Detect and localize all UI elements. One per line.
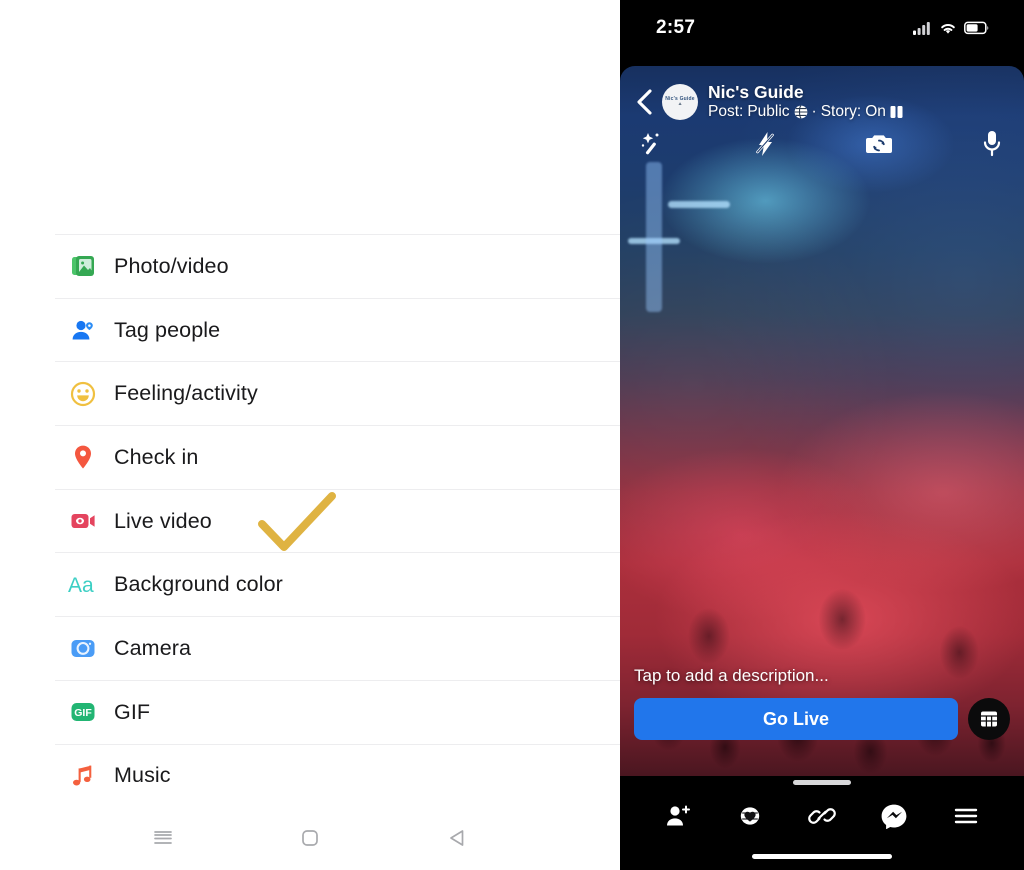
menu-item-check-in[interactable]: Check in (0, 425, 620, 489)
svg-text:GIF: GIF (74, 707, 92, 719)
post-prefix-label: Post: (708, 103, 744, 121)
go-live-button[interactable]: Go Live (634, 698, 958, 740)
profile-avatar[interactable]: Nic's Guide ⛰ (662, 83, 698, 120)
sheet-drag-handle[interactable] (793, 780, 851, 785)
gif-icon: GIF (68, 697, 98, 727)
magic-wand-sparkle-icon[interactable] (634, 126, 670, 162)
android-navigation-bar (0, 806, 620, 870)
live-composer-header: Nic's Guide ⛰ Nic's Guide Post: Public ·… (620, 66, 1024, 122)
heart-badge-icon[interactable] (733, 799, 767, 833)
iphone-live-panel: 2:57 Nic's Guide ⛰ Nic's Guide Post: Pub… (620, 0, 1024, 870)
live-bottom-controls: Tap to add a description... Go Live (620, 666, 1024, 740)
menu-item-label: Camera (114, 635, 192, 660)
go-live-row: Go Live (634, 698, 1010, 740)
music-note-icon (68, 761, 98, 791)
divider-left-mask (0, 234, 55, 808)
menu-item-camera[interactable]: Camera (0, 616, 620, 680)
status-bar-indicators (913, 21, 990, 35)
camera-flip-icon[interactable] (861, 126, 897, 162)
menu-item-live-video[interactable]: Live video (0, 488, 620, 553)
status-bar-time: 2:57 (656, 17, 696, 38)
menu-item-tag-people[interactable]: Tag people (0, 297, 620, 362)
screenshot-root: Photo/video Tag people Feeling/activity … (0, 0, 1024, 870)
add-person-icon[interactable] (661, 799, 695, 833)
home-square-icon[interactable] (293, 821, 327, 855)
menu-item-label: Check in (114, 444, 199, 469)
recents-icon[interactable] (146, 821, 180, 855)
back-triangle-icon[interactable] (440, 821, 474, 855)
menu-item-label: Music (114, 763, 171, 788)
android-composer-panel: Photo/video Tag people Feeling/activity … (0, 0, 620, 870)
menu-item-gif[interactable]: GIF GIF (0, 679, 620, 744)
audience-row[interactable]: Post: Public · Story: On (708, 103, 903, 122)
tag-people-icon (68, 315, 98, 345)
profile-name: Nic's Guide (708, 82, 804, 102)
menu-item-label: Photo/video (114, 253, 229, 278)
microphone-icon[interactable] (974, 126, 1010, 162)
menu-item-music[interactable]: Music (0, 743, 620, 808)
wifi-icon (941, 24, 955, 34)
camera-icon (68, 633, 98, 663)
live-tab-bar (620, 792, 1024, 840)
globe-icon (794, 105, 807, 120)
light-streak (628, 238, 680, 244)
composer-options-list: Photo/video Tag people Feeling/activity … (0, 234, 620, 808)
background-color-icon: Aa (68, 570, 98, 600)
menu-item-photo-video[interactable]: Photo/video (0, 234, 620, 298)
link-chain-icon[interactable] (805, 799, 839, 833)
photo-video-icon (68, 251, 98, 281)
battery-icon (964, 21, 989, 35)
light-streak (646, 162, 662, 312)
back-chevron-icon[interactable] (632, 85, 658, 119)
meta-separator: · (811, 103, 817, 121)
menu-item-background-color[interactable]: Aa Background color (0, 552, 620, 616)
feeling-activity-icon (68, 379, 98, 409)
story-book-icon (890, 106, 903, 119)
light-streak (668, 201, 730, 208)
status-bar: 2:57 (620, 0, 1024, 56)
post-audience-value: Public (747, 103, 790, 121)
avatar-sub-glyph: ⛰ (678, 101, 682, 107)
menu-item-label: Tag people (114, 317, 221, 342)
live-video-icon (68, 506, 98, 536)
story-state-value: On (865, 103, 886, 121)
camera-tools-row (620, 126, 1024, 162)
svg-text:Aa: Aa (68, 574, 94, 597)
messenger-icon[interactable] (877, 799, 911, 833)
cellular-signal-icon (913, 22, 930, 35)
live-header-text: Nic's Guide Post: Public · Story: On (708, 82, 903, 122)
live-camera-preview[interactable]: Nic's Guide ⛰ Nic's Guide Post: Public ·… (620, 66, 1024, 776)
home-indicator (752, 854, 892, 859)
menu-item-label: Live video (114, 508, 212, 533)
grid-panel-icon[interactable] (968, 698, 1010, 740)
story-prefix-label: Story: (820, 103, 862, 121)
menu-item-label: GIF (114, 699, 151, 724)
flash-off-icon[interactable] (747, 126, 783, 162)
hamburger-menu-icon[interactable] (949, 799, 983, 833)
menu-item-feeling-activity[interactable]: Feeling/activity (0, 361, 620, 425)
description-placeholder[interactable]: Tap to add a description... (634, 666, 1010, 686)
menu-item-label: Feeling/activity (114, 381, 258, 406)
check-in-pin-icon (68, 442, 98, 472)
menu-item-label: Background color (114, 572, 283, 597)
